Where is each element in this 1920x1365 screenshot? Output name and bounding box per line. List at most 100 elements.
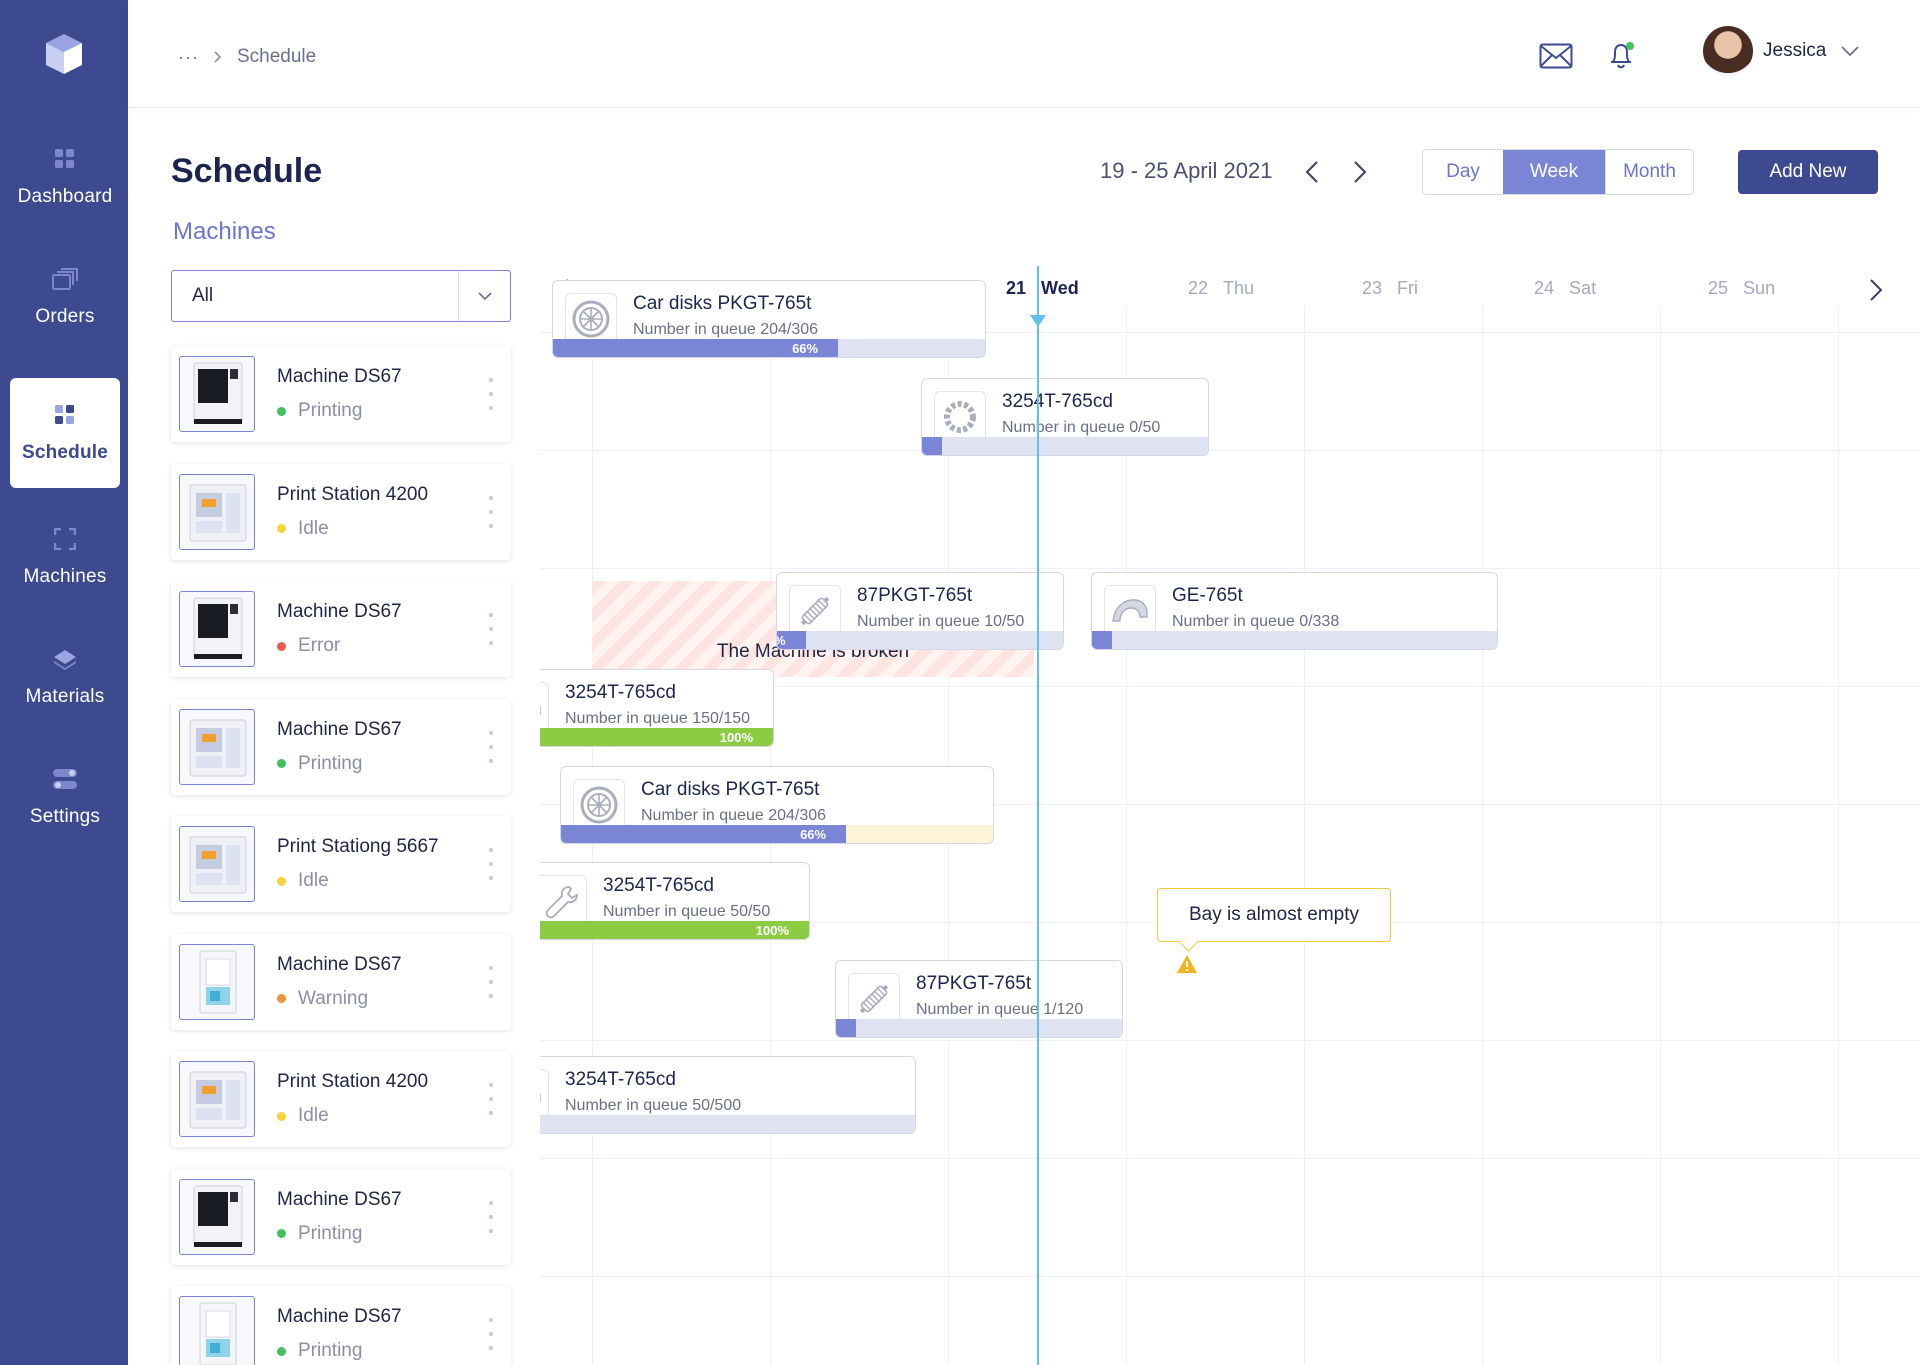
chevron-down-icon bbox=[1841, 46, 1859, 57]
more-options-icon[interactable] bbox=[487, 1318, 495, 1350]
machine-card[interactable]: Print Stationg 5667 Idle bbox=[171, 816, 511, 912]
prev-week-button[interactable] bbox=[1298, 156, 1326, 188]
current-time-line bbox=[1037, 266, 1039, 1365]
task-progress-fill bbox=[1092, 631, 1112, 649]
more-options-icon[interactable] bbox=[487, 848, 495, 880]
more-options-icon[interactable] bbox=[487, 1083, 495, 1115]
task-queue: Number in queue 0/50 bbox=[1002, 419, 1161, 436]
current-time-marker bbox=[1030, 315, 1046, 327]
bay-warning-tooltip: Bay is almost empty bbox=[1157, 888, 1391, 942]
orders-icon bbox=[52, 266, 78, 292]
nav-machines[interactable]: Machines bbox=[10, 502, 120, 612]
task-progress-fill: 66% bbox=[553, 339, 839, 357]
task-queue: Number in queue 150/150 bbox=[565, 710, 751, 727]
day-header[interactable]: 24 Sat bbox=[1534, 278, 1596, 299]
task-name: 3254T-765cd bbox=[1002, 391, 1113, 412]
schedule-task[interactable]: 87PKGT-765t Number in queue 1/120 bbox=[835, 960, 1123, 1038]
schedule-task[interactable]: Car disks PKGT-765t Number in queue 204/3… bbox=[560, 766, 994, 844]
machine-status: Warning bbox=[277, 988, 368, 1010]
timeline-next-button[interactable] bbox=[1862, 274, 1890, 306]
status-dot bbox=[277, 406, 286, 416]
schedule-task[interactable]: 87PKGT-765t Number in queue 10/50 10% bbox=[776, 572, 1064, 650]
task-queue: Number in queue 1/120 bbox=[916, 1001, 1084, 1018]
machine-name: Machine DS67 bbox=[277, 718, 402, 740]
machine-card[interactable]: Machine DS67 Printing bbox=[171, 1168, 511, 1265]
schedule-task[interactable]: 3254T-765cd Number in queue 150/150 100% bbox=[540, 669, 774, 747]
nav-settings[interactable]: Settings bbox=[10, 742, 120, 852]
filter-value: All bbox=[192, 285, 214, 306]
machine-card[interactable]: Machine DS67 Error bbox=[171, 581, 511, 677]
schedule-task[interactable]: 3254T-765cd Number in queue 50/50 100% bbox=[540, 862, 810, 940]
machine-status-text: Error bbox=[298, 635, 341, 656]
schedule-task[interactable]: 3254T-765cd Number in queue 0/50 bbox=[921, 378, 1209, 456]
machine-status: Error bbox=[277, 635, 340, 657]
add-new-button[interactable]: Add New bbox=[1738, 150, 1878, 194]
machine-status: Printing bbox=[277, 400, 362, 422]
nav-orders[interactable]: Orders bbox=[10, 242, 120, 352]
tooltip-text: Bay is almost empty bbox=[1189, 904, 1359, 925]
grid-column-line bbox=[1660, 306, 1661, 1365]
task-queue: Number in queue 204/306 bbox=[641, 807, 827, 824]
more-options-icon[interactable] bbox=[487, 965, 495, 998]
day-header[interactable]: 25 Sun bbox=[1708, 278, 1775, 299]
more-options-icon[interactable] bbox=[487, 730, 495, 763]
mail-icon[interactable] bbox=[1538, 38, 1574, 74]
machine-card[interactable]: Machine DS67 Warning bbox=[171, 933, 511, 1030]
nav-dashboard[interactable]: Dashboard bbox=[10, 122, 120, 232]
more-options-icon[interactable] bbox=[487, 495, 495, 528]
dark-printer-icon bbox=[179, 356, 255, 432]
breadcrumb: ··· Schedule bbox=[178, 46, 316, 68]
more-options-icon[interactable] bbox=[487, 613, 495, 645]
schedule-task[interactable]: GE-765t Number in queue 0/338 bbox=[1091, 572, 1498, 650]
machine-card[interactable]: Machine DS67 Printing bbox=[171, 346, 511, 442]
status-dot bbox=[277, 759, 286, 768]
more-options-icon[interactable] bbox=[487, 1200, 495, 1233]
machine-name: Machine DS67 bbox=[277, 366, 402, 387]
user-menu[interactable]: Jessica bbox=[1703, 26, 1860, 76]
status-dot bbox=[277, 1229, 286, 1238]
resin-printer-icon bbox=[179, 943, 255, 1020]
breadcrumb-current: Schedule bbox=[236, 46, 317, 67]
task-queue: Number in queue 50/50 bbox=[603, 903, 771, 920]
machine-card[interactable]: Print Station 4200 Idle bbox=[171, 1051, 511, 1147]
day-number: 21 bbox=[1006, 278, 1027, 298]
task-queue: Number in queue 204/306 bbox=[633, 321, 819, 338]
spring-icon bbox=[848, 973, 900, 1025]
day-header[interactable]: 23 Fri bbox=[1362, 278, 1418, 299]
view-month-button[interactable]: Month bbox=[1605, 150, 1693, 194]
bell-icon[interactable] bbox=[1604, 38, 1640, 74]
day-header[interactable]: 22 Thu bbox=[1188, 278, 1254, 299]
view-week-button[interactable]: Week bbox=[1503, 150, 1605, 194]
breadcrumb-more[interactable]: ··· bbox=[178, 47, 199, 68]
user-name: Jessica bbox=[1763, 40, 1827, 61]
nav-materials[interactable]: Materials bbox=[10, 622, 120, 732]
nav-schedule[interactable]: Schedule bbox=[10, 378, 120, 488]
machine-card[interactable]: Machine DS67 Printing bbox=[171, 1286, 511, 1365]
day-number: 24 bbox=[1534, 278, 1555, 298]
schedule-task[interactable]: Car disks PKGT-765t Number in queue 204/3… bbox=[552, 280, 986, 358]
machine-card[interactable]: Machine DS67 Printing bbox=[171, 698, 511, 795]
chevron-down-icon bbox=[477, 291, 492, 300]
machine-name: Print Stationg 5667 bbox=[277, 836, 439, 857]
logo-cube-icon[interactable] bbox=[44, 32, 84, 76]
warning-triangle-icon[interactable] bbox=[1176, 954, 1198, 974]
machine-card[interactable]: Print Station 4200 Idle bbox=[171, 463, 511, 560]
avatar bbox=[1703, 26, 1753, 76]
machine-status-text: Printing bbox=[298, 1222, 363, 1244]
status-dot bbox=[277, 641, 286, 651]
more-options-icon[interactable] bbox=[487, 378, 495, 410]
day-header[interactable]: 21 Wed bbox=[1006, 278, 1079, 299]
filter-dropdown-toggle[interactable] bbox=[458, 271, 510, 321]
schedule-task[interactable]: 3254T-765cd Number in queue 50/500 bbox=[540, 1056, 916, 1134]
wrench-icon bbox=[540, 875, 587, 927]
machine-filter-select[interactable]: All bbox=[171, 270, 511, 322]
next-week-button[interactable] bbox=[1346, 156, 1374, 188]
task-queue: Number in queue 10/50 bbox=[857, 613, 1025, 630]
machine-name: Machine DS67 bbox=[277, 1306, 402, 1327]
grid-row-line bbox=[540, 450, 1920, 451]
nav-label-schedule: Schedule bbox=[21, 442, 109, 463]
machine-status-text: Printing bbox=[298, 400, 363, 421]
task-queue: Number in queue 50/500 bbox=[565, 1097, 742, 1114]
machine-status-text: Printing bbox=[298, 752, 363, 774]
view-day-button[interactable]: Day bbox=[1423, 150, 1503, 194]
